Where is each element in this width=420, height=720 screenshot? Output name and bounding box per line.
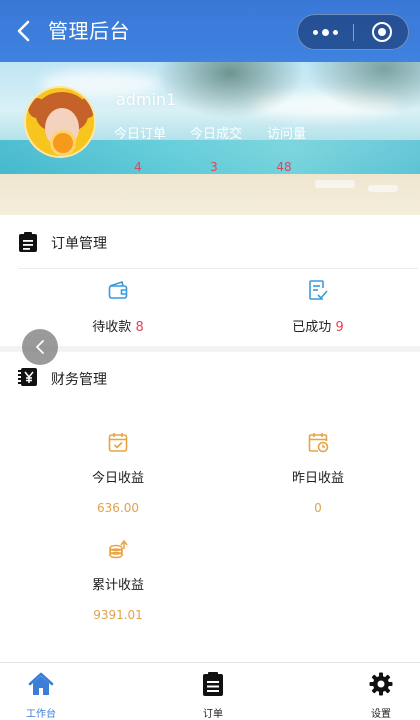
bottom-tabbar: 工作台 订单 设置 xyxy=(0,662,420,720)
home-icon xyxy=(28,672,54,695)
floating-back-button[interactable] xyxy=(22,329,58,365)
clipboard-icon xyxy=(19,232,37,252)
finance-today-income[interactable]: 今日收益 636.00 xyxy=(68,431,168,515)
finance-yesterday-income[interactable]: 昨日收益 0 xyxy=(268,431,368,515)
total-income-amount: 9391.01 xyxy=(93,608,143,622)
today-income-amount: 636.00 xyxy=(97,501,139,515)
stat-label-today-orders: 今日订单 xyxy=(114,127,167,142)
tab-label-orders: 订单 xyxy=(203,709,223,720)
stat-label-today-deals: 今日成交 xyxy=(190,127,243,142)
order-management-header: 订单管理 xyxy=(0,216,420,268)
order-management-title: 订单管理 xyxy=(51,236,107,252)
yesterday-income-amount: 0 xyxy=(314,501,322,515)
back-button[interactable] xyxy=(8,16,38,46)
profile-banner: admin1 今日订单 今日成交 访问量 4 3 48 xyxy=(0,62,420,215)
tab-label-settings: 设置 xyxy=(371,709,391,720)
order-pending-payment[interactable]: 待收款 8 xyxy=(68,279,168,335)
stat-label-visits: 访问量 xyxy=(267,127,307,142)
finance-management-title: 财务管理 xyxy=(51,372,107,388)
gear-icon xyxy=(369,672,393,696)
calendar-check-icon xyxy=(108,433,128,452)
pending-payment-label: 待收款 xyxy=(92,320,132,335)
stat-value-today-deals: 3 xyxy=(210,160,218,174)
tab-label-workbench: 工作台 xyxy=(26,709,56,720)
tab-workbench[interactable]: 工作台 xyxy=(6,667,76,720)
order-success[interactable]: 已成功 9 xyxy=(268,279,368,335)
username: admin1 xyxy=(116,90,177,109)
tab-orders[interactable]: 订单 xyxy=(178,667,248,720)
miniprogram-capsule xyxy=(297,14,409,50)
chevron-left-icon xyxy=(36,340,44,354)
checklist-icon xyxy=(309,280,328,300)
wallet-icon xyxy=(108,281,128,299)
tab-settings[interactable]: 设置 xyxy=(346,667,416,720)
total-income-label: 累计收益 xyxy=(91,578,144,593)
success-label: 已成功 xyxy=(292,320,332,335)
finance-management-header: 财务管理 xyxy=(0,352,420,404)
chevron-left-icon xyxy=(17,20,30,42)
target-circle-icon xyxy=(371,22,392,42)
more-button[interactable] xyxy=(298,15,353,49)
yesterday-income-label: 昨日收益 xyxy=(291,471,344,486)
close-miniprogram-button[interactable] xyxy=(354,15,409,49)
stat-value-visits: 48 xyxy=(276,160,292,174)
coin-stack-icon xyxy=(109,539,128,559)
more-dots-icon xyxy=(313,28,338,36)
avatar[interactable] xyxy=(24,86,96,158)
pending-payment-count: 8 xyxy=(135,320,144,335)
yen-icon xyxy=(18,368,37,386)
calendar-clock-icon xyxy=(308,433,329,453)
today-income-label: 今日收益 xyxy=(91,471,144,486)
success-count: 9 xyxy=(335,320,344,335)
section-divider xyxy=(18,268,418,269)
page-title: 管理后台 xyxy=(48,19,130,43)
finance-total-income[interactable]: 累计收益 9391.01 xyxy=(68,538,168,622)
stat-value-today-orders: 4 xyxy=(134,160,142,174)
top-navbar: 管理后台 xyxy=(0,0,420,62)
clipboard-icon xyxy=(203,672,223,696)
